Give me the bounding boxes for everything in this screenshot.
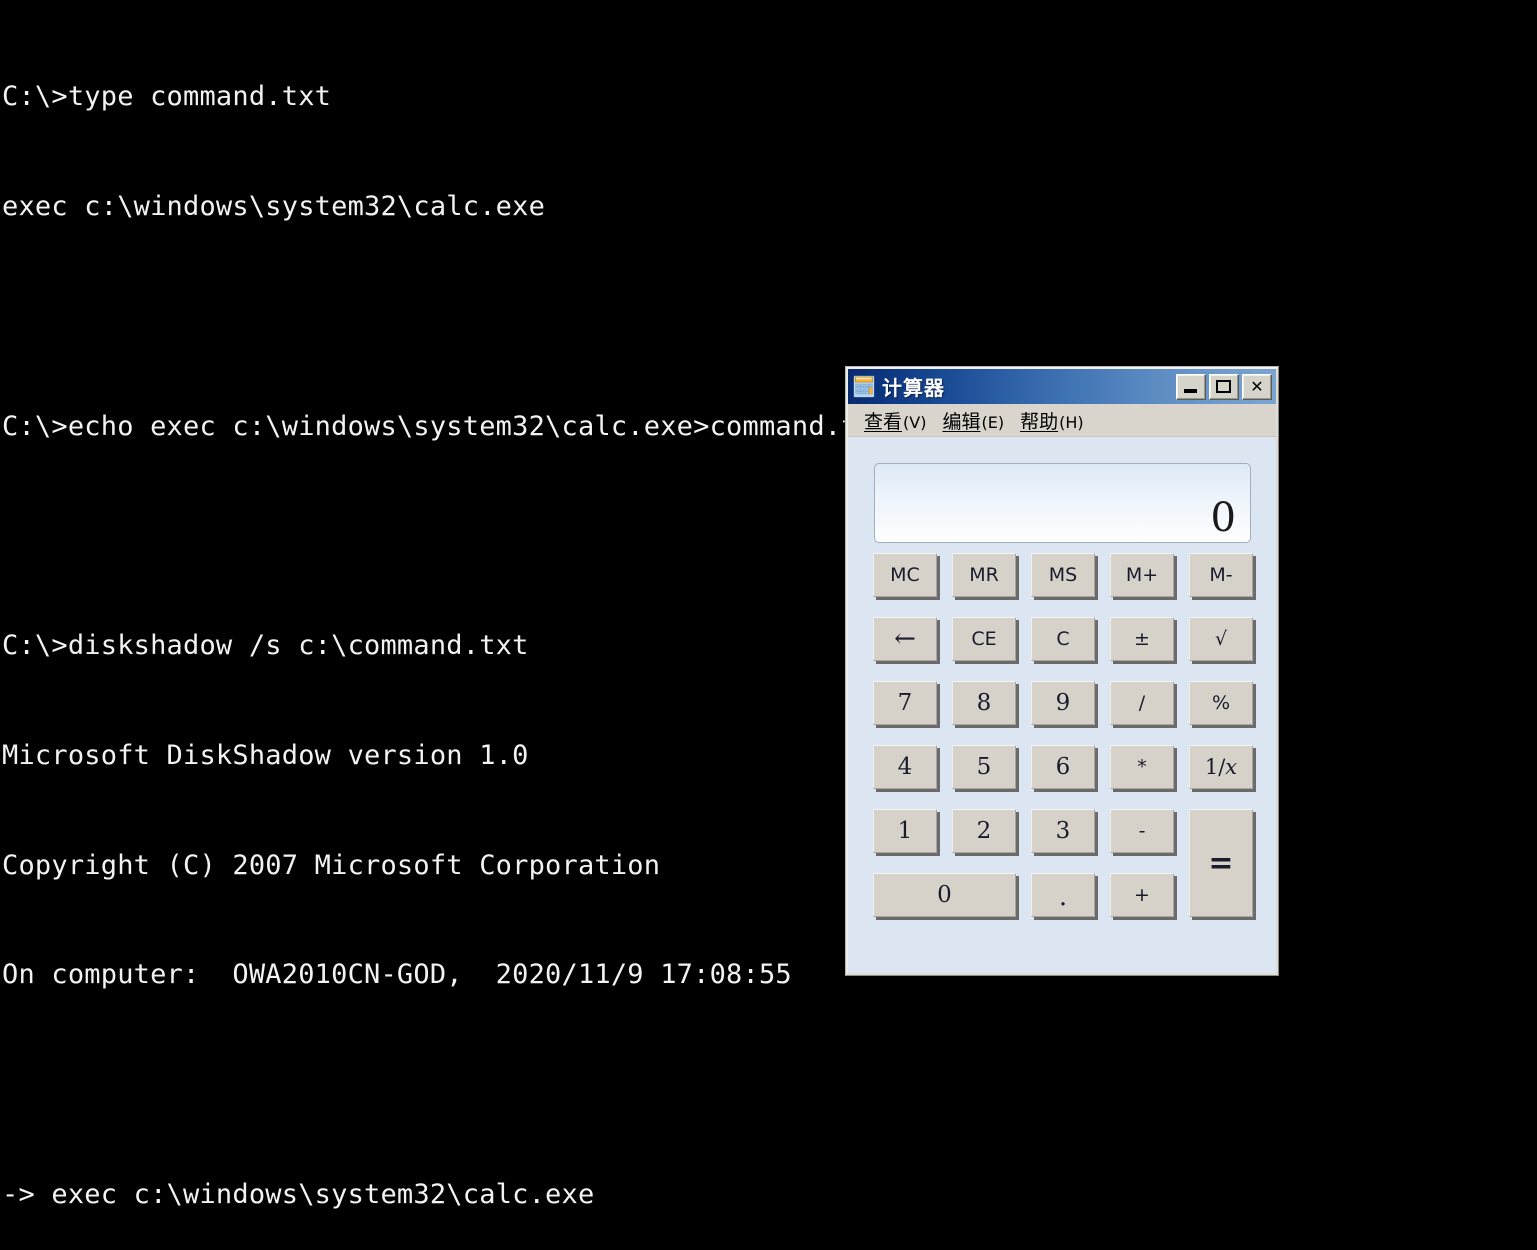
minimize-button[interactable]	[1176, 373, 1206, 400]
key-memory-recall[interactable]: MR	[952, 553, 1016, 597]
close-icon: ✕	[1250, 376, 1264, 396]
console-line: On computer: OWA2010CN-GOD, 2020/11/9 17…	[2, 959, 792, 991]
calculator-client-area: 0 MC MR MS M+ M- ← CE C ± √ 7 8 9 / % 4 …	[848, 437, 1276, 973]
key-0[interactable]: 0	[873, 873, 1016, 917]
key-memory-store[interactable]: MS	[1031, 553, 1095, 597]
menu-item-help-label: 帮助	[1020, 410, 1059, 433]
maximize-icon	[1216, 379, 1231, 393]
key-3[interactable]: 3	[1031, 809, 1095, 853]
menu-item-edit[interactable]: 编辑 (E)	[942, 407, 1004, 434]
window-title: 计算器	[882, 376, 945, 400]
minimize-icon	[1184, 388, 1197, 393]
key-4[interactable]: 4	[873, 745, 937, 789]
key-memory-add[interactable]: M+	[1110, 553, 1174, 597]
key-memory-subtract[interactable]: M-	[1189, 553, 1253, 597]
key-decimal-point[interactable]: .	[1031, 873, 1095, 917]
menu-item-help-accel: (H)	[1059, 412, 1084, 432]
key-subtract[interactable]: -	[1110, 809, 1174, 853]
console-line: Microsoft DiskShadow version 1.0	[2, 739, 529, 771]
key-6[interactable]: 6	[1031, 745, 1095, 789]
menu-item-view-label: 查看	[864, 410, 903, 433]
key-memory-clear[interactable]: MC	[873, 553, 937, 597]
key-square-root[interactable]: √	[1189, 617, 1253, 661]
console-line: C:\>echo exec c:\windows\system32\calc.e…	[2, 410, 891, 442]
key-9[interactable]: 9	[1031, 681, 1095, 725]
key-2[interactable]: 2	[952, 809, 1016, 853]
key-divide[interactable]: /	[1110, 681, 1174, 725]
maximize-button[interactable]	[1209, 373, 1239, 400]
menu-item-view-accel: (V)	[903, 412, 927, 432]
menu-item-edit-label: 编辑	[942, 410, 981, 433]
key-percent[interactable]: %	[1189, 681, 1253, 725]
calculator-menubar: 查看 (V) 编辑 (E) 帮助 (H)	[848, 404, 1276, 437]
key-reciprocal[interactable]: 1/x	[1189, 745, 1253, 789]
window-controls: ✕	[1176, 373, 1272, 400]
menu-item-help[interactable]: 帮助 (H)	[1020, 407, 1084, 434]
key-multiply[interactable]: *	[1110, 745, 1174, 789]
console-line: -> exec c:\windows\system32\calc.exe	[2, 1179, 595, 1210]
command-prompt-console[interactable]: C:\>type command.txt exec c:\windows\sys…	[0, 0, 1537, 1210]
key-reciprocal-label: 1/x	[1204, 755, 1238, 779]
key-equals[interactable]: =	[1189, 809, 1253, 917]
console-line: Copyright (C) 2007 Microsoft Corporation	[2, 849, 661, 881]
key-clear-entry[interactable]: CE	[952, 617, 1016, 661]
console-line: exec c:\windows\system32\calc.exe	[2, 190, 546, 222]
calculator-display[interactable]: 0	[874, 463, 1251, 543]
close-button[interactable]: ✕	[1242, 373, 1272, 400]
display-value: 0	[1210, 495, 1236, 541]
console-line: C:\>type command.txt	[2, 81, 332, 113]
key-backspace[interactable]: ←	[873, 617, 937, 661]
key-7[interactable]: 7	[873, 681, 937, 725]
key-clear[interactable]: C	[1031, 617, 1095, 661]
key-1[interactable]: 1	[873, 809, 937, 853]
calculator-icon	[853, 375, 875, 398]
key-add[interactable]: +	[1110, 873, 1174, 917]
menu-item-view[interactable]: 查看 (V)	[864, 407, 926, 434]
calculator-keypad: MC MR MS M+ M- ← CE C ± √ 7 8 9 / % 4 5 …	[873, 553, 1255, 953]
key-8[interactable]: 8	[952, 681, 1016, 725]
calculator-window[interactable]: 计算器 ✕ 查看 (V) 编辑 (E) 帮助 (H) 0 MC MR MS M+…	[845, 366, 1279, 976]
calculator-titlebar[interactable]: 计算器 ✕	[848, 369, 1276, 404]
console-line: C:\>diskshadow /s c:\command.txt	[2, 630, 529, 662]
key-sign-toggle[interactable]: ±	[1110, 617, 1174, 661]
menu-item-edit-accel: (E)	[981, 412, 1005, 432]
key-5[interactable]: 5	[952, 745, 1016, 789]
